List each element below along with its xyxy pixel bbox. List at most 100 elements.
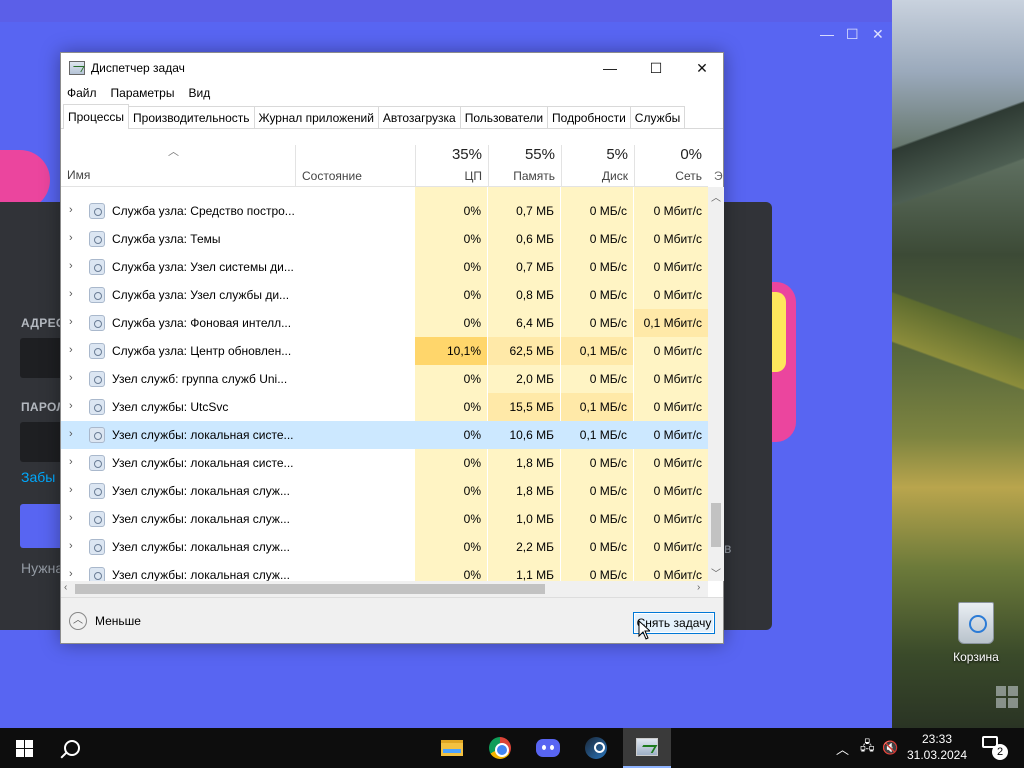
network-cell: 0 Мбит/с	[634, 365, 708, 393]
disk-cell: 0,1 МБ/с	[579, 428, 627, 442]
network-icon: 🖧	[860, 738, 875, 753]
disk-cell: 0 МБ/с	[561, 561, 633, 581]
service-gear-icon	[89, 427, 105, 443]
scroll-left-icon[interactable]: ‹	[64, 582, 67, 593]
expand-chevron-icon[interactable]: ›	[69, 540, 73, 552]
tab-users[interactable]: Пользователи	[459, 106, 549, 128]
notification-count-badge: 2	[992, 744, 1008, 760]
clock-time: 23:33	[921, 732, 953, 746]
column-status[interactable]: Состояние	[295, 145, 415, 187]
expand-chevron-icon[interactable]: ›	[69, 484, 73, 496]
scroll-down-icon[interactable]: ﹀	[711, 565, 721, 580]
tab-app-history[interactable]: Журнал приложений	[253, 106, 379, 128]
expand-chevron-icon[interactable]: ›	[69, 344, 73, 356]
column-memory[interactable]: 55% Память	[488, 145, 561, 187]
expand-chevron-icon[interactable]: ›	[69, 288, 73, 300]
maximize-button[interactable]: ☐	[633, 53, 679, 83]
search-button[interactable]	[48, 728, 96, 768]
clock[interactable]: 23:33 31.03.2024	[902, 731, 972, 763]
table-row-partial[interactable]	[61, 187, 708, 197]
taskbar-steam[interactable]	[572, 728, 620, 768]
expand-chevron-icon[interactable]: ›	[69, 456, 73, 468]
taskbar-file-explorer[interactable]	[428, 728, 476, 768]
discord-maximize-button[interactable]: ☐	[846, 26, 859, 43]
service-gear-icon	[89, 399, 105, 415]
fewer-details-button[interactable]: ︿ Меньше	[69, 612, 141, 630]
column-disk[interactable]: 5% Диск	[561, 145, 634, 187]
table-row[interactable]: › Служба узла: Темы 0% 0,6 МБ 0 МБ/с 0 Мбит/с	[61, 225, 708, 253]
recycle-bin-desktop-icon[interactable]: Корзина	[946, 602, 1006, 664]
vertical-scroll-thumb[interactable]	[711, 503, 721, 547]
show-hidden-icons-button[interactable]: ︿	[836, 728, 849, 768]
expand-chevron-icon[interactable]: ›	[69, 428, 73, 440]
clock-date: 31.03.2024	[906, 748, 968, 762]
notification-center-button[interactable]: 2	[982, 736, 1008, 760]
table-row[interactable]: › Узел службы: локальная служ... 0% 1,0 МБ 0…	[61, 505, 708, 533]
expand-chevron-icon[interactable]: ›	[69, 568, 73, 580]
memory-cell: 1,1 МБ	[488, 561, 560, 581]
table-row[interactable]: › Узел службы: локальная служ... 0% 1,1 МБ 0…	[61, 561, 708, 581]
expand-chevron-icon[interactable]: ›	[69, 512, 73, 524]
taskbar-task-manager[interactable]	[623, 728, 671, 768]
cpu-cell: 0%	[415, 197, 487, 225]
table-row[interactable]: › Узел службы: локальная служ... 0% 1,8 МБ 0…	[61, 477, 708, 505]
mouse-cursor-icon	[638, 620, 650, 640]
horizontal-scroll-thumb[interactable]	[75, 584, 545, 594]
menu-file[interactable]: Файл	[67, 86, 97, 100]
scroll-up-icon[interactable]: ︿	[711, 189, 721, 204]
expand-chevron-icon[interactable]: ›	[69, 372, 73, 384]
forgot-password-link[interactable]: Забы	[21, 469, 55, 485]
tab-services[interactable]: Службы	[629, 106, 686, 128]
memory-cell: 1,8 МБ	[488, 477, 560, 505]
vertical-scrollbar[interactable]: ︿ ﹀	[708, 187, 724, 581]
register-text: Нужна	[21, 560, 64, 576]
close-button[interactable]: ✕	[679, 53, 725, 83]
scroll-right-icon[interactable]: ›	[697, 582, 700, 593]
column-network[interactable]: 0% Сеть	[634, 145, 708, 187]
column-name[interactable]: Имя	[67, 168, 90, 182]
network-cell: 0 Мбит/с	[634, 505, 708, 533]
expand-chevron-icon[interactable]: ›	[69, 260, 73, 272]
table-row[interactable]: › Служба узла: Узел системы ди... 0% 0,7 МБ…	[61, 253, 708, 281]
table-row[interactable]: › Служба узла: Узел службы ди... 0% 0,8 МБ 0…	[61, 281, 708, 309]
tab-startup[interactable]: Автозагрузка	[377, 106, 461, 128]
start-button[interactable]	[0, 728, 48, 768]
discord-minimize-button[interactable]: —	[820, 26, 834, 42]
volume-tray-button[interactable]: 🔇	[882, 728, 898, 768]
tab-processes[interactable]: Процессы	[63, 104, 130, 129]
table-row[interactable]: › Служба узла: Центр обновлен... 10,1% 62,5…	[61, 337, 708, 365]
table-row[interactable]: › Служба узла: Фоновая интелл... 0% 6,4 МБ 0…	[61, 309, 708, 337]
windows-logo-icon	[15, 739, 33, 757]
menu-options[interactable]: Параметры	[111, 86, 175, 100]
tab-details[interactable]: Подробности	[547, 106, 631, 128]
discord-close-button[interactable]: ✕	[872, 26, 884, 43]
table-row[interactable]: › Узел службы: UtcSvc 0% 15,5 МБ 0,1 МБ/с 0 М…	[61, 393, 708, 421]
window-title: Диспетчер задач	[91, 61, 185, 75]
process-name: Служба узла: Узел системы ди...	[112, 260, 294, 274]
minimize-button[interactable]: —	[587, 53, 633, 83]
taskbar-chrome[interactable]	[476, 728, 524, 768]
decorative-shape	[772, 292, 786, 372]
expand-chevron-icon[interactable]: ›	[69, 204, 73, 216]
process-name: Служба узла: Узел службы ди...	[112, 288, 290, 302]
expand-chevron-icon[interactable]: ›	[69, 400, 73, 412]
network-cell: 0 Мбит/с	[634, 281, 708, 309]
table-row[interactable]: › Служба узла: Средство постро... 0% 0,7 МБ…	[61, 197, 708, 225]
table-row[interactable]: › Узел служб: группа служб Uni... 0% 2,0 МБ…	[61, 365, 708, 393]
column-cpu[interactable]: 35% ЦП	[415, 145, 488, 187]
tab-performance[interactable]: Производительность	[128, 106, 255, 128]
service-gear-icon	[89, 231, 105, 247]
title-bar[interactable]: Диспетчер задач — ☐ ✕	[61, 53, 723, 83]
network-tray-button[interactable]: 🖧	[860, 728, 875, 768]
table-row[interactable]: › Узел службы: локальная систе... 0% 1,8 МБ…	[61, 449, 708, 477]
menu-view[interactable]: Вид	[188, 86, 210, 100]
expand-chevron-icon[interactable]: ›	[69, 232, 73, 244]
cpu-cell: 0%	[415, 505, 487, 533]
table-row[interactable]: › Узел службы: локальная служ... 0% 2,2 МБ 0…	[61, 533, 708, 561]
table-row[interactable]: › Узел службы: локальная систе... 0% 10,6 М…	[61, 421, 708, 449]
disk-cell: 0 МБ/с	[561, 533, 633, 561]
recycle-bin-label: Корзина	[953, 650, 999, 664]
horizontal-scrollbar[interactable]: ‹ ›	[61, 581, 708, 597]
taskbar-discord[interactable]	[524, 728, 572, 768]
expand-chevron-icon[interactable]: ›	[69, 316, 73, 328]
